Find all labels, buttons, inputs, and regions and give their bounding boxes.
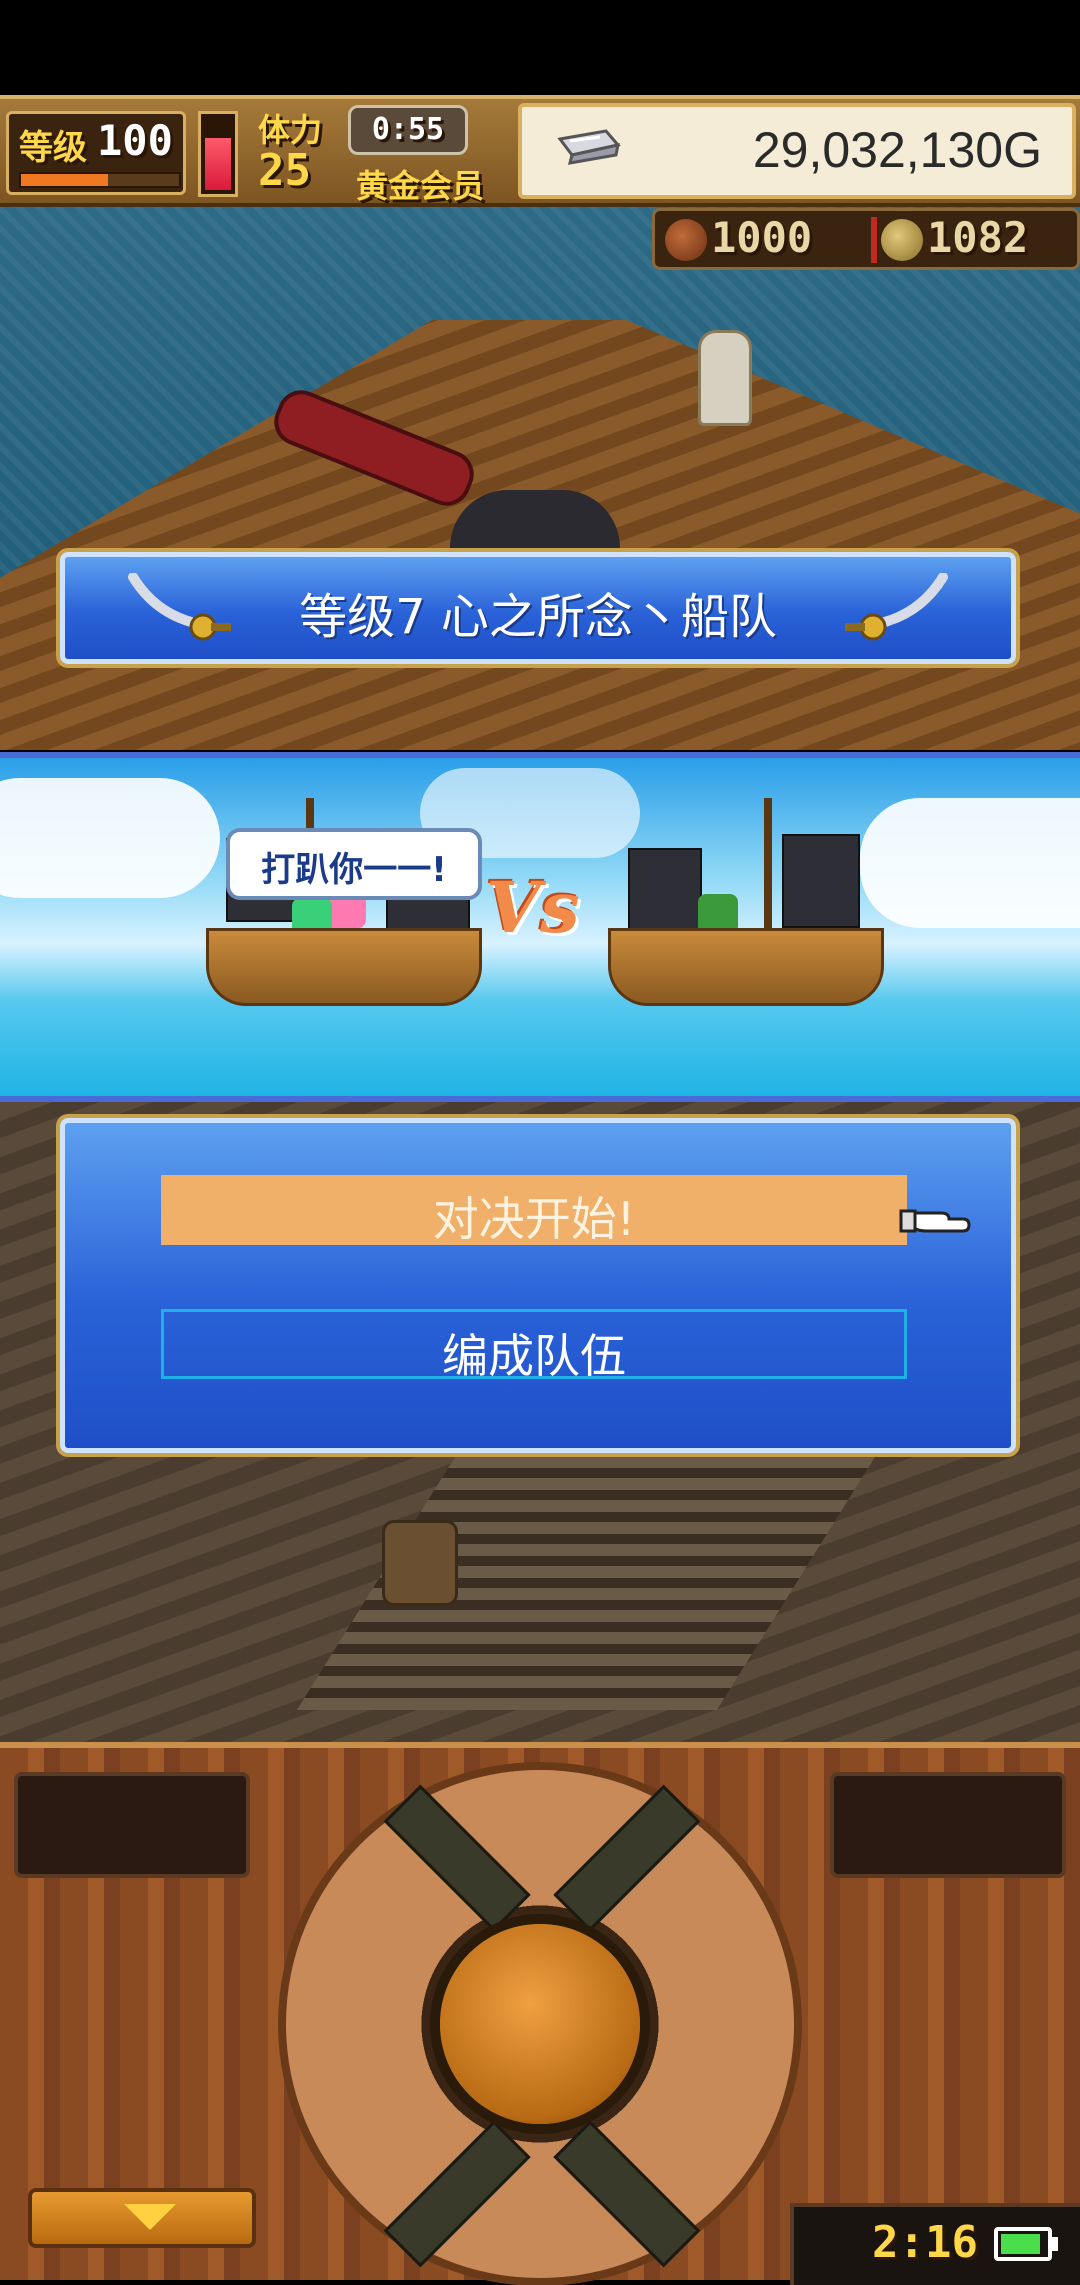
confirm-button[interactable] bbox=[440, 1924, 640, 2124]
status-clock: 2:16 bbox=[790, 2203, 1080, 2285]
meat-count: 1000 bbox=[711, 213, 813, 262]
gold-amount: 29,032,130G bbox=[752, 122, 1042, 178]
pirate-hat bbox=[450, 490, 620, 552]
versus-scene: 打趴你一一! Vs bbox=[0, 752, 1080, 1102]
dpad-strap bbox=[383, 2120, 531, 2268]
gold-panel: 29,032,130G bbox=[518, 103, 1076, 199]
dpad-strap bbox=[383, 1784, 531, 1932]
silver-ingot-icon bbox=[557, 129, 621, 165]
level-progress-fill bbox=[21, 174, 108, 186]
down-arrow-icon bbox=[124, 2204, 176, 2230]
start-battle-button[interactable]: 对决开始! bbox=[161, 1175, 907, 1246]
menu-toggle-button[interactable] bbox=[28, 2188, 256, 2248]
dpad-strap bbox=[553, 1784, 701, 1932]
ship-sail bbox=[782, 834, 860, 928]
start-battle-label: 对决开始! bbox=[432, 1192, 636, 1246]
versus-label: Vs bbox=[486, 866, 580, 949]
top-hud: 等级 100 体力 25 0:55 黄金会员 29,032,130G bbox=[0, 95, 1080, 207]
left-soft-key[interactable] bbox=[14, 1772, 250, 1878]
resource-divider bbox=[871, 217, 877, 263]
cloud bbox=[0, 778, 220, 898]
ship-hull bbox=[608, 928, 884, 1006]
level-label: 等级 bbox=[19, 128, 87, 168]
form-team-button[interactable]: 编成队伍 bbox=[161, 1309, 907, 1383]
member-label: 黄金会员 bbox=[356, 167, 485, 205]
ship-sail bbox=[628, 848, 702, 932]
battery-fill bbox=[1001, 2234, 1041, 2254]
form-team-label: 编成队伍 bbox=[442, 1329, 626, 1383]
resource-strip: 1000 1082 bbox=[652, 208, 1080, 270]
timer-value: 0:55 bbox=[371, 112, 445, 147]
cloud bbox=[860, 798, 1080, 928]
level-value: 100 bbox=[97, 116, 173, 165]
level-banner: 等级7 心之所念丶船队 bbox=[60, 552, 1016, 664]
battery-icon bbox=[994, 2227, 1052, 2261]
stamina-value: 25 bbox=[258, 145, 311, 196]
directional-pad[interactable] bbox=[286, 1770, 794, 2278]
level-progress-bar bbox=[19, 172, 181, 188]
coin-icon bbox=[881, 219, 923, 261]
clock-time: 2:16 bbox=[872, 2217, 978, 2268]
speech-bubble: 打趴你一一! bbox=[226, 828, 482, 900]
control-panel: 2:16 bbox=[0, 1742, 1080, 2285]
enemy-ship bbox=[598, 798, 888, 1008]
meat-icon bbox=[665, 219, 707, 261]
battle-menu: 对决开始! 编成队伍 bbox=[60, 1118, 1016, 1453]
cutlass-icon bbox=[845, 573, 948, 641]
level-panel: 等级 100 bbox=[6, 111, 186, 195]
right-soft-key[interactable] bbox=[830, 1772, 1066, 1878]
coin-count: 1082 bbox=[927, 213, 1029, 262]
pointing-hand-icon bbox=[899, 1209, 971, 1233]
dpad-strap bbox=[553, 2120, 701, 2268]
ship-mast bbox=[764, 798, 772, 948]
ship-hull bbox=[206, 928, 482, 1006]
speech-text: 打趴你一一! bbox=[261, 850, 447, 890]
stamina-gauge bbox=[198, 111, 238, 197]
stamina-gauge-fill bbox=[205, 138, 231, 190]
deck-lamp bbox=[698, 330, 752, 426]
stamina-timer: 0:55 bbox=[348, 105, 468, 155]
battery-nub bbox=[1052, 2237, 1058, 2251]
barrel bbox=[382, 1520, 458, 1606]
